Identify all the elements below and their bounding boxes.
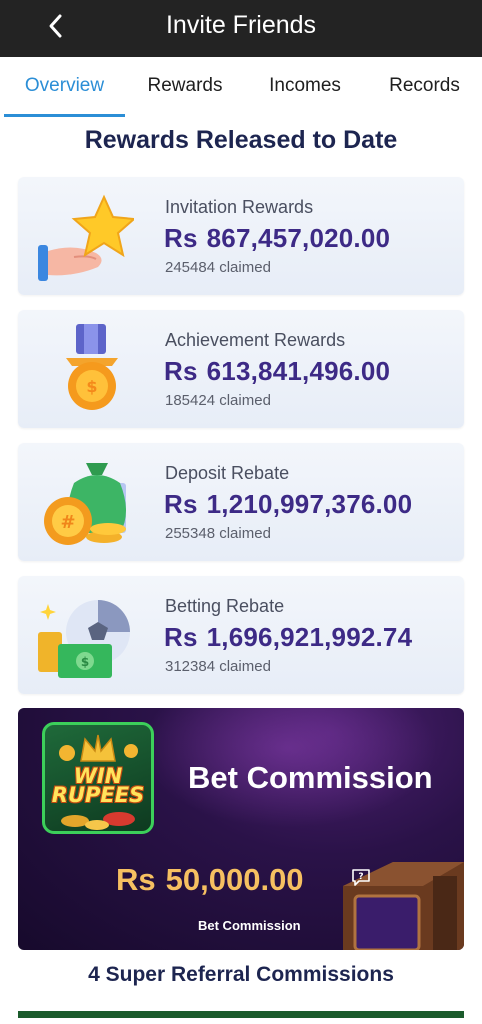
banner-amount: Rs 50,000.00 [116, 862, 304, 897]
card-label: Achievement Rewards [165, 330, 346, 350]
star-hand-icon [38, 194, 134, 281]
svg-text:$: $ [81, 655, 89, 669]
invitation-rewards-card[interactable]: Invitation Rewards Rs 867,457,020.00 2454… [18, 177, 464, 295]
help-icon[interactable]: ? [351, 868, 371, 886]
card-label: Betting Rebate [165, 596, 285, 616]
coins-icon [61, 812, 135, 830]
card-claimed-count: 185424 claimed [165, 392, 271, 409]
tab-bar: Overview Rewards Incomes Records [0, 57, 482, 117]
money-bag-icon: # [44, 463, 126, 545]
tab-records[interactable]: Records [367, 57, 482, 117]
section-title: Rewards Released to Date [84, 126, 398, 154]
svg-text:?: ? [358, 872, 363, 882]
medal-icon: $ [66, 324, 118, 410]
referral-commissions-title: 4 Super Referral Commissions [88, 963, 394, 986]
card-amount: Rs 613,841,496.00 [164, 356, 391, 386]
page-title: Invite Friends [165, 11, 317, 39]
achievement-rewards-card[interactable]: $ Achievement Rewards Rs 613,841,496.00 1… [18, 310, 464, 428]
footer-divider [18, 1011, 464, 1018]
deposit-rebate-card[interactable]: # Deposit Rebate Rs 1,210,997,376.00 2553… [18, 443, 464, 561]
slot-machine-icon [343, 862, 464, 950]
tab-incomes[interactable]: Incomes [245, 57, 365, 117]
card-amount: Rs 867,457,020.00 [164, 223, 391, 253]
svg-text:$: $ [86, 377, 97, 396]
card-claimed-count: 312384 claimed [165, 658, 271, 675]
top-bar: Invite Friends [0, 0, 482, 57]
win-rupees-logo: WIN RUPEES [42, 722, 154, 834]
svg-text:#: # [60, 512, 75, 533]
logo-text: WIN RUPEES [51, 764, 145, 807]
soccer-cash-icon: $ [38, 600, 130, 678]
banner-heading: Bet Commission [188, 760, 433, 795]
active-tab-indicator [4, 114, 125, 117]
tab-overview[interactable]: Overview [4, 57, 125, 117]
bet-commission-banner[interactable]: WIN RUPEES Bet Commission Rs 50,000.00 ? … [18, 708, 464, 950]
card-label: Deposit Rebate [165, 463, 290, 483]
card-claimed-count: 245484 claimed [165, 259, 271, 276]
betting-rebate-card[interactable]: $ Betting Rebate Rs 1,696,921,992.74 3123… [18, 576, 464, 694]
crown-icon [59, 734, 138, 762]
card-amount: Rs 1,696,921,992.74 [164, 622, 413, 652]
card-claimed-count: 255348 claimed [165, 525, 271, 542]
tab-rewards[interactable]: Rewards [125, 57, 245, 117]
card-label: Invitation Rewards [165, 197, 314, 217]
banner-subtitle: Bet Commission [198, 918, 301, 933]
card-amount: Rs 1,210,997,376.00 [164, 489, 413, 519]
